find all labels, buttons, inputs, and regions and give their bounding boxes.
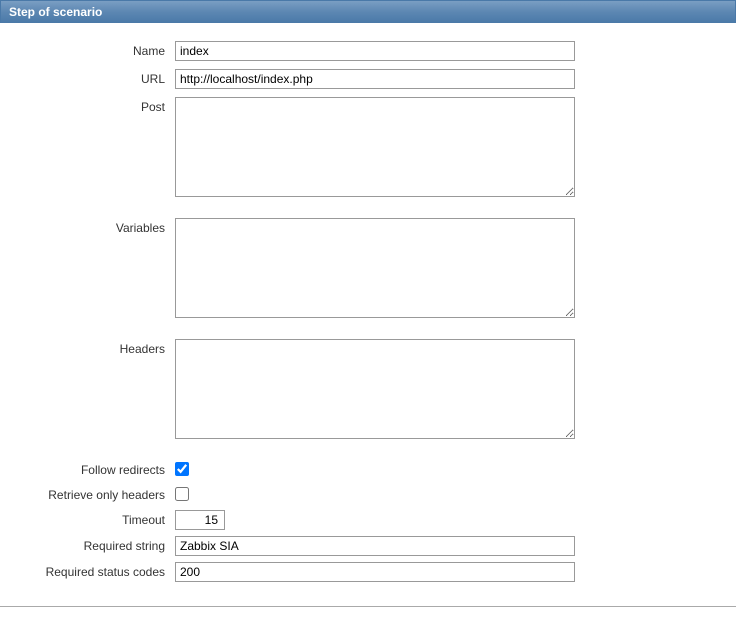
- name-label: Name: [10, 41, 175, 58]
- scenario-step-panel: Step of scenario Name URL Post Variables: [0, 0, 736, 607]
- form-row-retrieve-only-headers: Retrieve only headers: [10, 485, 726, 504]
- retrieve-only-headers-label: Retrieve only headers: [10, 485, 175, 502]
- required-status-codes-label: Required status codes: [10, 562, 175, 579]
- panel-title: Step of scenario: [9, 5, 102, 19]
- required-string-input[interactable]: [175, 536, 575, 556]
- form-row-name: Name: [10, 41, 726, 61]
- name-input[interactable]: [175, 41, 575, 61]
- form-row-url: URL: [10, 69, 726, 89]
- headers-label: Headers: [10, 339, 175, 356]
- timeout-input[interactable]: [175, 510, 225, 530]
- url-input[interactable]: [175, 69, 575, 89]
- required-string-label: Required string: [10, 536, 175, 553]
- form-row-required-string: Required string: [10, 536, 726, 556]
- retrieve-only-headers-checkbox[interactable]: [175, 487, 189, 501]
- post-textarea[interactable]: [175, 97, 575, 197]
- form-row-variables: Variables: [10, 218, 726, 321]
- form-row-post: Post: [10, 97, 726, 200]
- variables-label: Variables: [10, 218, 175, 235]
- panel-header: Step of scenario: [0, 0, 736, 23]
- url-label: URL: [10, 69, 175, 86]
- variables-textarea[interactable]: [175, 218, 575, 318]
- form-row-headers: Headers: [10, 339, 726, 442]
- headers-textarea[interactable]: [175, 339, 575, 439]
- form-row-timeout: Timeout: [10, 510, 726, 530]
- form-row-required-status-codes: Required status codes: [10, 562, 726, 582]
- follow-redirects-label: Follow redirects: [10, 460, 175, 477]
- required-status-codes-input[interactable]: [175, 562, 575, 582]
- follow-redirects-checkbox[interactable]: [175, 462, 189, 476]
- form-row-follow-redirects: Follow redirects: [10, 460, 726, 479]
- panel-body: Name URL Post Variables Headers: [0, 23, 736, 607]
- timeout-label: Timeout: [10, 510, 175, 527]
- post-label: Post: [10, 97, 175, 114]
